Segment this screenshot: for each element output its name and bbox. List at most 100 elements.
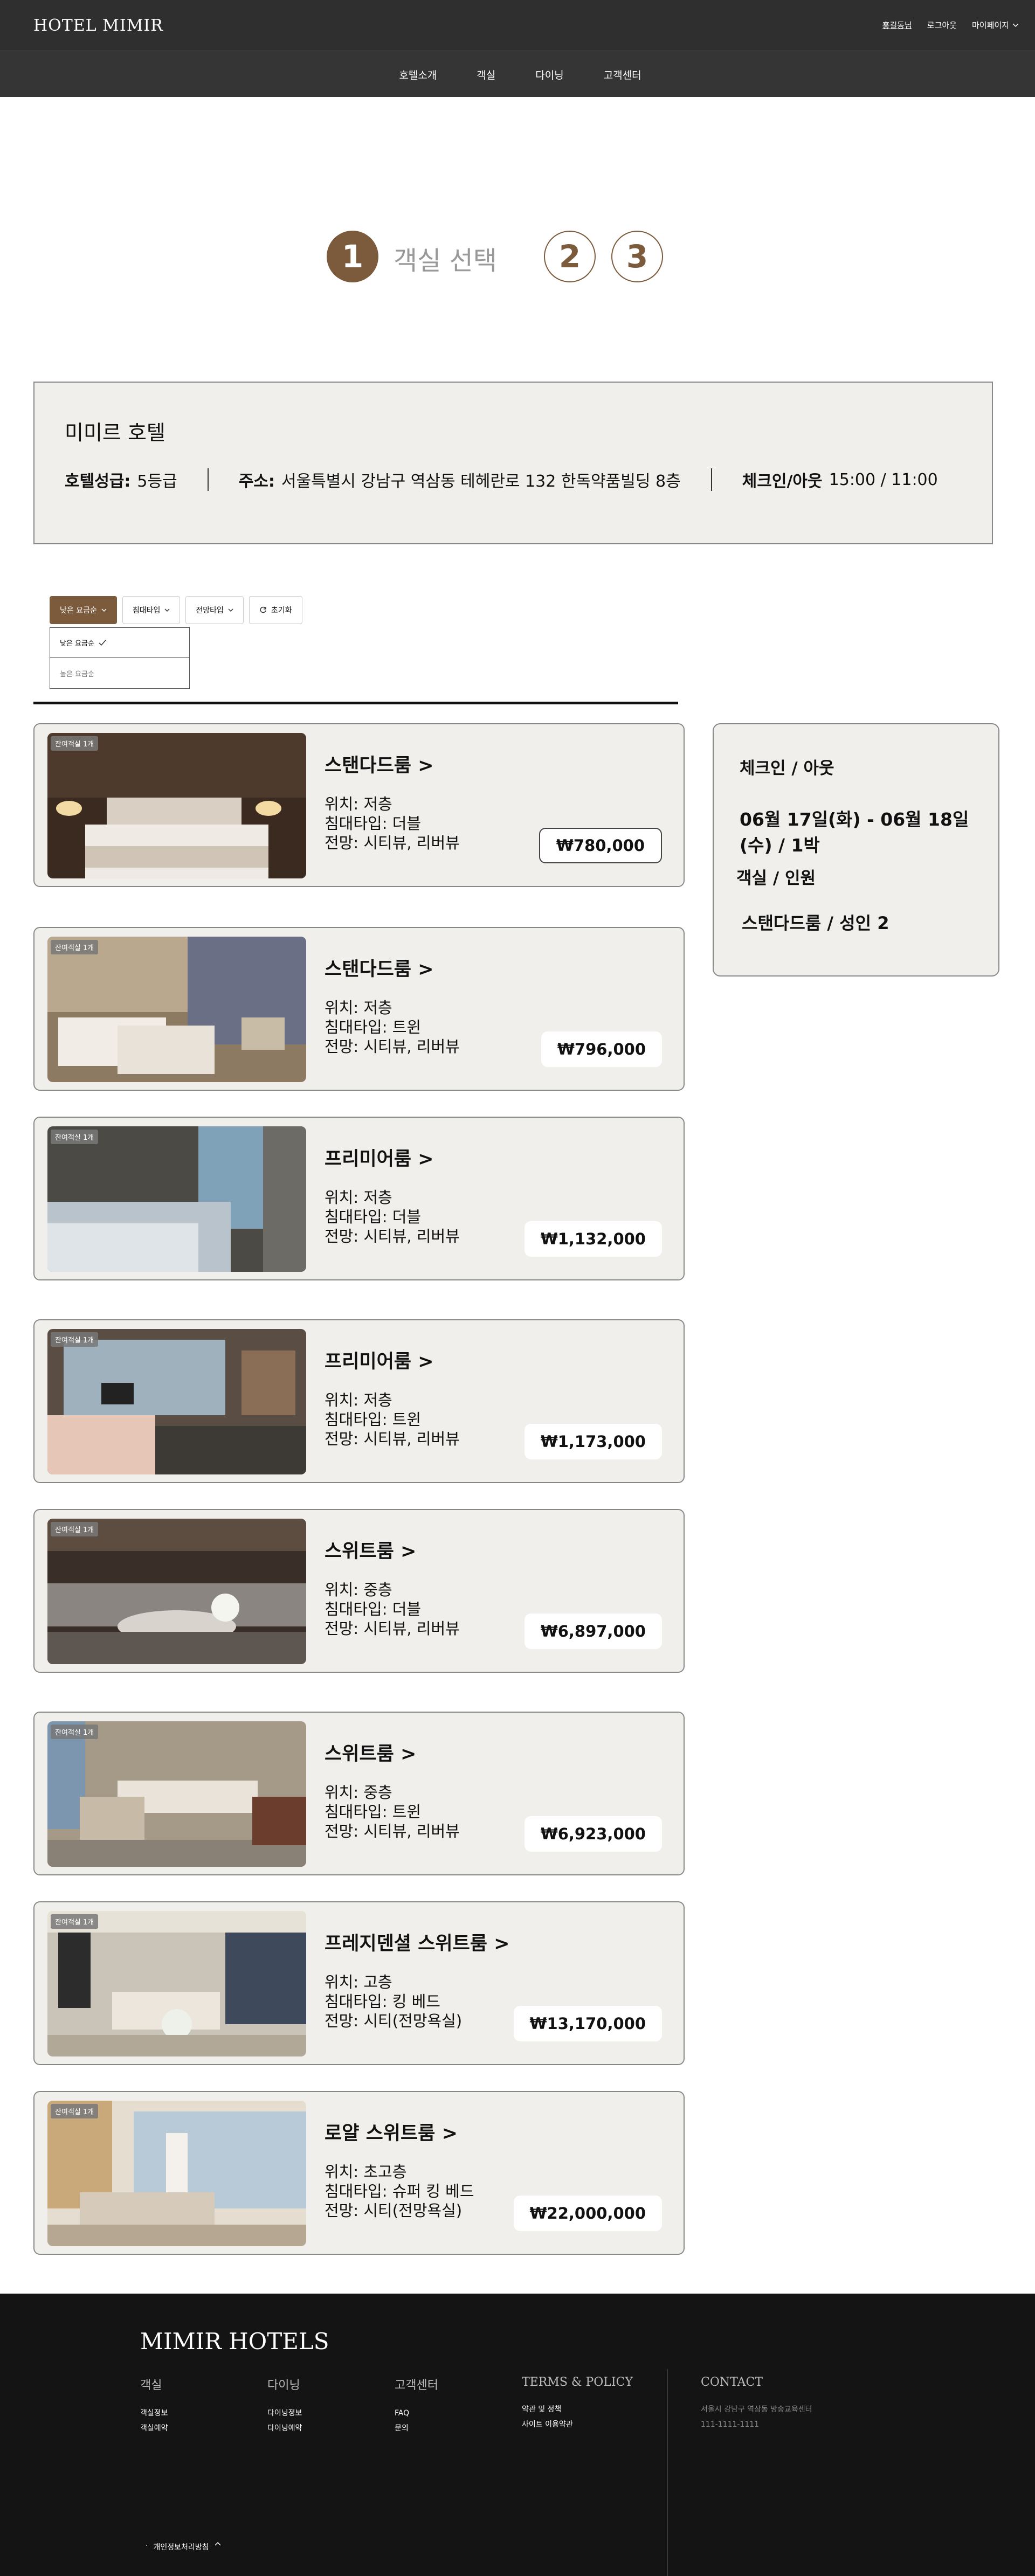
footer-link[interactable]: FAQ <box>395 2406 438 2421</box>
footer-link[interactable]: 사이트 이용약관 <box>522 2417 633 2432</box>
room-photo: 잔여객실 1개 <box>47 1126 306 1272</box>
room-details: 위치: 저층 침대타입: 트윈 전망: 시티뷰, 리버뷰 <box>325 998 460 1056</box>
footer-link[interactable]: 객실예약 <box>140 2421 168 2436</box>
step-1-label: 객실 선택 <box>394 246 497 276</box>
room-title[interactable]: 스탠다드룸 > <box>325 750 434 778</box>
room-card[interactable]: 잔여객실 1개 스탠다드룸 > 위치: 저층 침대타입: 트윈 전망: 시티뷰,… <box>33 927 685 1091</box>
room-location: 위치: 중층 <box>325 1783 392 1802</box>
sort-option-low[interactable]: 낮은 요금순 <box>50 628 189 658</box>
nav-item-cs[interactable]: 고객센터 <box>604 67 641 82</box>
contact-phone: 111-1111-1111 <box>701 2420 760 2429</box>
room-title[interactable]: 스탠다드룸 > <box>325 954 434 981</box>
main-nav: 호텔소개 객실 다이닝 고객센터 <box>0 51 1035 97</box>
room-price-button[interactable]: ₩6,923,000 <box>524 1816 662 1852</box>
room-view: 전망: 시티(전망욕실) <box>325 2201 463 2220</box>
footer-col-title: CONTACT <box>701 2376 763 2389</box>
footer-link[interactable]: 문의 <box>395 2421 438 2436</box>
logout-link[interactable]: 로그아웃 <box>927 19 957 31</box>
room-title[interactable]: 프리미어룸 > <box>325 1346 434 1374</box>
room-card[interactable]: 잔여객실 1개 프리미어룸 > 위치: 저층 침대타입: 트윈 전망: 시티뷰,… <box>33 1319 685 1483</box>
room-photo: 잔여객실 1개 <box>47 937 306 1082</box>
room-title[interactable]: 프리미어룸 > <box>325 1144 434 1171</box>
grade-value: 5등급 <box>137 472 177 491</box>
room-photo: 잔여객실 1개 <box>47 1911 306 2056</box>
room-view: 전망: 시티(전망욕실) <box>325 2012 463 2030</box>
room-card[interactable]: 잔여객실 1개 스위트룸 > 위치: 중층 침대타입: 트윈 전망: 시티뷰, … <box>33 1712 685 1875</box>
chevron-down-icon <box>164 608 170 612</box>
room-photo: 잔여객실 1개 <box>47 733 306 878</box>
room-bed-type: 침대타입: 킹 베드 <box>325 1992 440 2011</box>
room-view: 전망: 시티뷰, 리버뷰 <box>325 1227 460 1245</box>
room-details: 위치: 중층 침대타입: 더블 전망: 시티뷰, 리버뷰 <box>325 1580 460 1638</box>
footer-col-cs: 고객센터 FAQ 문의 <box>395 2376 438 2436</box>
footer-link[interactable]: 다이닝예약 <box>267 2421 302 2436</box>
room-title[interactable]: 스위트룸 > <box>325 1536 416 1563</box>
room-view: 전망: 시티뷰, 리버뷰 <box>325 1822 460 1840</box>
remaining-rooms-badge: 잔여객실 1개 <box>51 2104 99 2118</box>
room-card[interactable]: 잔여객실 1개 프레지덴셜 스위트룸 > 위치: 고층 침대타입: 킹 베드 전… <box>33 1901 685 2065</box>
room-bed-type: 침대타입: 트윈 <box>325 1410 422 1429</box>
meta-divider <box>710 468 712 491</box>
user-name-link[interactable]: 홍길동님 <box>882 19 912 31</box>
summary-room-label: 객실 / 인원 <box>736 869 816 888</box>
sort-dropdown-button[interactable]: 낮은 요금순 <box>50 596 117 624</box>
room-photo: 잔여객실 1개 <box>47 1329 306 1474</box>
footer-col-rooms: 객실 객실정보 객실예약 <box>140 2376 168 2436</box>
room-price-button[interactable]: ₩796,000 <box>541 1031 662 1067</box>
hotel-info-box: 미미르 호텔 호텔성급: 5등급 주소: 서울특별시 강남구 역삼동 테헤란로 … <box>33 382 993 544</box>
room-price-button[interactable]: ₩780,000 <box>539 828 662 863</box>
nav-item-rooms[interactable]: 객실 <box>477 67 495 82</box>
sort-option-high[interactable]: 높은 요금순 <box>50 658 189 688</box>
remaining-rooms-badge: 잔여객실 1개 <box>51 1522 99 1536</box>
contact-address: 서울시 강남구 역삼동 방송교육센터 <box>701 2405 812 2414</box>
room-photo: 잔여객실 1개 <box>47 2101 306 2246</box>
room-details: 위치: 저층 침대타입: 더블 전망: 시티뷰, 리버뷰 <box>325 1188 460 1246</box>
footer-link[interactable]: 다이닝정보 <box>267 2406 302 2421</box>
privacy-policy-link[interactable]: · 개인정보처리방침 <box>146 2542 221 2552</box>
room-view: 전망: 시티뷰, 리버뷰 <box>325 1037 460 1056</box>
hotel-logo[interactable]: HOTEL MIMIR <box>33 16 163 35</box>
step-3-indicator: 3 <box>611 231 663 282</box>
room-location: 위치: 저층 <box>325 999 392 1017</box>
room-bed-type: 침대타입: 더블 <box>325 1600 422 1618</box>
room-title[interactable]: 프레지덴셜 스위트룸 > <box>325 1928 510 1956</box>
room-details: 위치: 저층 침대타입: 더블 전망: 시티뷰, 리버뷰 <box>325 794 460 853</box>
mypage-menu[interactable]: 마이페이지 <box>972 19 1019 31</box>
summary-room-value: 스탠다드룸 / 성인 2 <box>742 913 889 933</box>
room-card[interactable]: 잔여객실 1개 로얄 스위트룸 > 위치: 초고층 침대타입: 슈퍼 킹 베드 … <box>33 2091 685 2255</box>
room-bed-type: 침대타입: 더블 <box>325 1208 422 1226</box>
footer-link[interactable]: 약관 및 정책 <box>522 2402 633 2417</box>
room-bed-type: 침대타입: 트윈 <box>325 1018 422 1036</box>
room-price-button[interactable]: ₩1,173,000 <box>524 1424 662 1459</box>
footer-col-title: 다이닝 <box>267 2379 300 2392</box>
footer-logo: MIMIR HOTELS <box>140 2328 329 2355</box>
sort-dropdown-menu: 낮은 요금순 높은 요금순 <box>50 627 190 689</box>
room-price-button[interactable]: ₩1,132,000 <box>524 1221 662 1257</box>
mypage-label: 마이페이지 <box>971 20 1009 30</box>
nav-item-dining[interactable]: 다이닝 <box>535 67 563 82</box>
reset-filter-button[interactable]: 초기화 <box>249 596 302 624</box>
footer-col-title: TERMS & POLICY <box>522 2376 633 2389</box>
room-card[interactable]: 잔여객실 1개 스탠다드룸 > 위치: 저층 침대타입: 더블 전망: 시티뷰,… <box>33 723 685 887</box>
room-title[interactable]: 로얄 스위트룸 > <box>325 2118 458 2145</box>
room-location: 위치: 중층 <box>325 1581 392 1599</box>
remaining-rooms-badge: 잔여객실 1개 <box>51 736 99 751</box>
room-title[interactable]: 스위트룸 > <box>325 1739 416 1766</box>
footer-col-contact: CONTACT 서울시 강남구 역삼동 방송교육센터 111-1111-1111 <box>701 2376 812 2432</box>
view-type-filter[interactable]: 전망타입 <box>185 596 244 624</box>
room-price-button[interactable]: ₩22,000,000 <box>513 2196 662 2231</box>
chevron-down-icon <box>1012 23 1019 27</box>
footer: MIMIR HOTELS 객실 객실정보 객실예약 다이닝 다이닝정보 다이닝예… <box>0 2294 1035 2576</box>
room-card[interactable]: 잔여객실 1개 프리미어룸 > 위치: 저층 침대타입: 더블 전망: 시티뷰,… <box>33 1117 685 1280</box>
bed-type-filter[interactable]: 침대타입 <box>122 596 181 624</box>
room-photo: 잔여객실 1개 <box>47 1721 306 1867</box>
footer-link[interactable]: 객실정보 <box>140 2406 168 2421</box>
room-card[interactable]: 잔여객실 1개 스위트룸 > 위치: 중층 침대타입: 더블 전망: 시티뷰, … <box>33 1509 685 1673</box>
room-location: 위치: 초고층 <box>325 2163 407 2181</box>
room-price-button[interactable]: ₩6,897,000 <box>524 1614 662 1649</box>
room-details: 위치: 고층 침대타입: 킹 베드 전망: 시티(전망욕실) <box>325 1972 462 2031</box>
nav-item-about[interactable]: 호텔소개 <box>399 67 437 82</box>
sort-label: 낮은 요금순 <box>60 606 97 615</box>
address-value: 서울특별시 강남구 역삼동 테헤란로 132 한독약품빌딩 8층 <box>281 472 681 491</box>
room-price-button[interactable]: ₩13,170,000 <box>513 2006 662 2041</box>
